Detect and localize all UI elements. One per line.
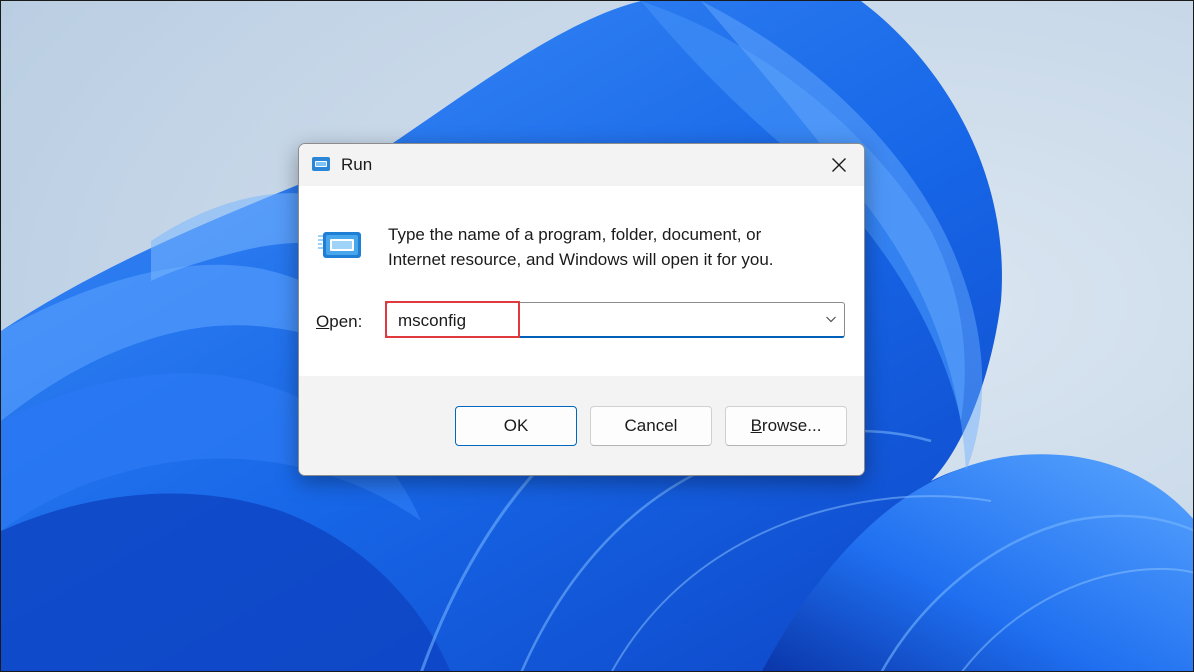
title-bar[interactable]: Run [299,144,864,186]
run-dialog: Run Type the name of a program, folder, … [298,143,865,476]
browse-label-rest: rowse... [761,416,822,435]
description-line-2: Internet resource, and Windows will open… [388,250,774,269]
run-icon [318,232,361,258]
description-text: Type the name of a program, folder, docu… [388,222,828,272]
description-line-1: Type the name of a program, folder, docu… [388,225,762,244]
close-button[interactable] [820,148,858,182]
desktop-screen: Run Type the name of a program, folder, … [0,0,1194,672]
open-combobox[interactable]: msconfig [386,302,845,338]
open-label-rest: pen: [329,312,363,331]
window-title: Run [341,155,373,174]
open-label: Open: [316,312,362,332]
dialog-footer: OK Cancel Browse... [299,376,864,475]
chevron-down-icon[interactable] [824,312,838,326]
browse-button[interactable]: Browse... [725,406,847,446]
open-input[interactable]: msconfig [398,311,466,331]
cancel-button[interactable]: Cancel [590,406,712,446]
open-label-mnemonic: O [316,312,330,331]
ok-button[interactable]: OK [455,406,577,446]
dialog-content: Type the name of a program, folder, docu… [299,186,864,376]
close-icon [832,158,846,172]
run-icon [312,157,330,171]
browse-mnemonic: B [750,416,762,435]
